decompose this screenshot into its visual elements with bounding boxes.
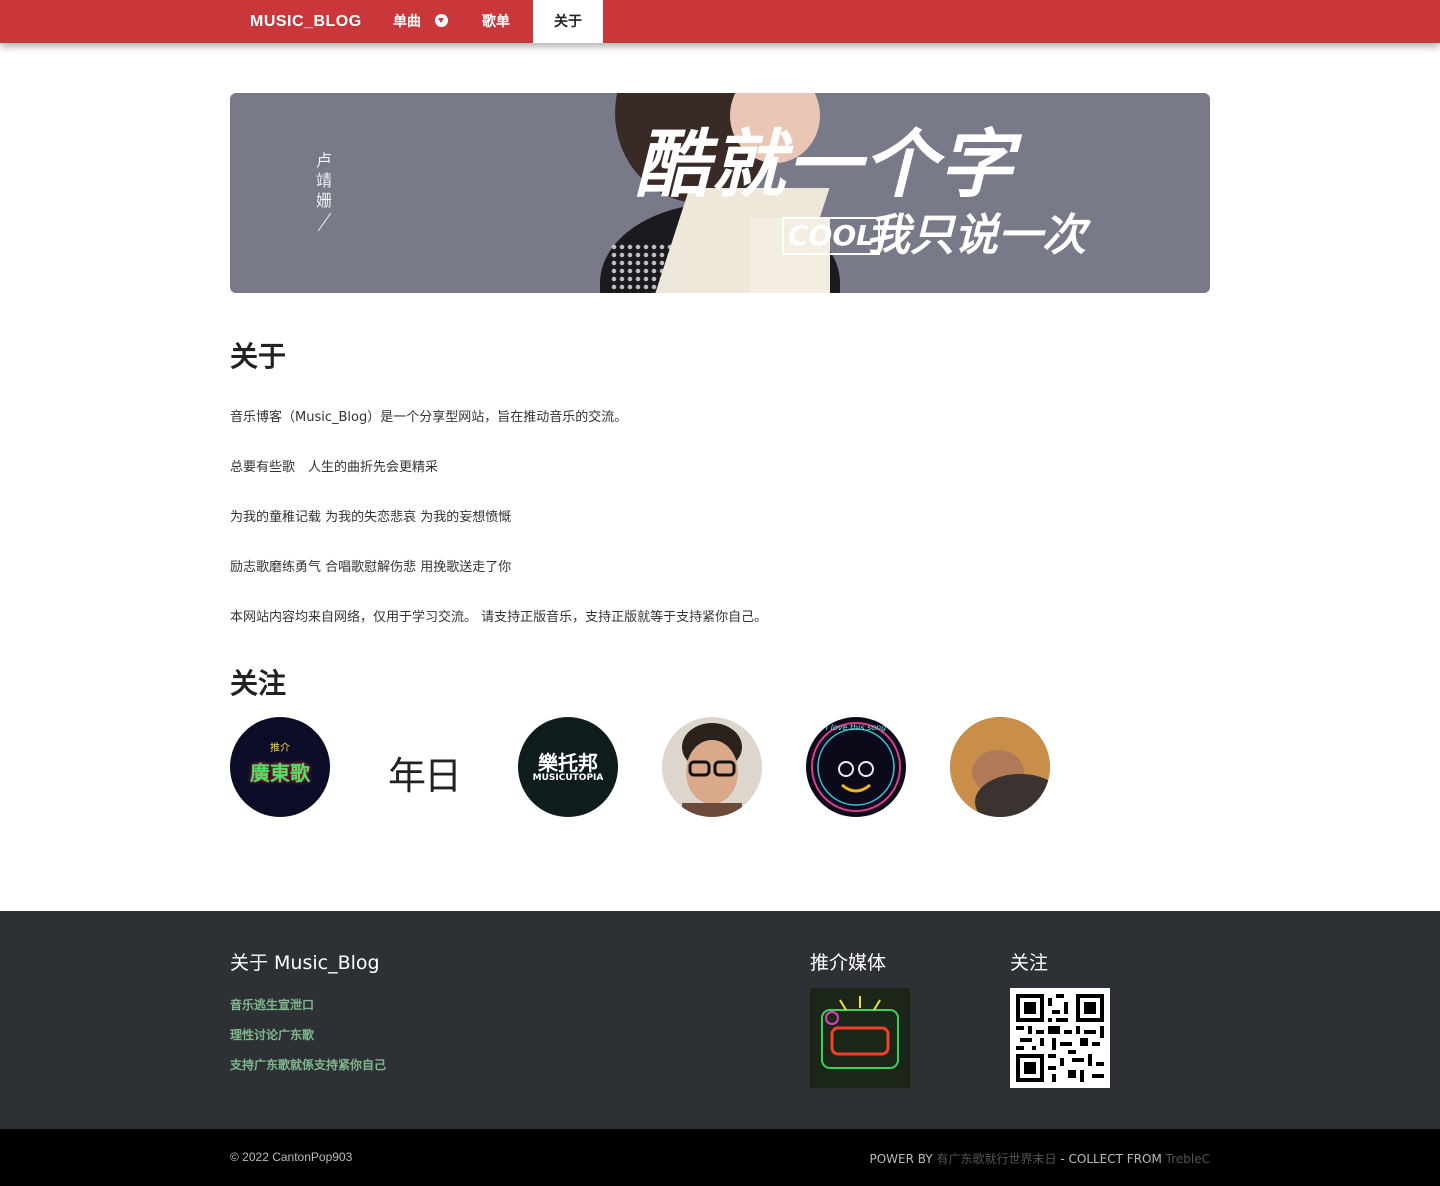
- about-paragraph: 本网站内容均来自网络，仅用于学习交流。 请支持正版音乐，支持正版就等于支持紧你自…: [230, 610, 768, 625]
- qr-code-pattern: [1016, 994, 1104, 1082]
- neon-cantonpop-illustration: [810, 988, 910, 1088]
- about-heading: 关于: [230, 340, 287, 373]
- footer-link[interactable]: 音乐逃生宣泄口: [230, 996, 314, 1013]
- about-paragraph: 励志歌磨练勇气 合唱歌慰解伤悲 用挽歌送走了你: [230, 560, 512, 575]
- avatar-subtitle: MUSICUTOPIA: [532, 773, 604, 783]
- power-by-link[interactable]: 有广东歌就行世界末日: [937, 1152, 1057, 1166]
- site-footer: 关于 Music_Blog 音乐逃生宣泄口 理性讨论广东歌 支持广东歌就係支持紧…: [0, 911, 1440, 1129]
- collect-from-link[interactable]: TrebleC: [1166, 1152, 1210, 1166]
- footer-media-title: 推介媒体: [810, 952, 887, 974]
- avatar-title: I love this song: [825, 723, 887, 732]
- top-navbar: MUSIC_BLOG 单曲 歌单 关于: [0, 0, 1440, 43]
- follow-heading: 关注: [230, 667, 287, 700]
- banner-headline: 酷就一个字: [635, 122, 1015, 208]
- caret-down-icon: [435, 14, 448, 27]
- nav-about-active[interactable]: 关于: [533, 0, 603, 43]
- person-glasses-illustration: [682, 723, 742, 817]
- power-by-label: POWER BY: [869, 1152, 933, 1166]
- avatar-title: 樂托邦: [538, 751, 598, 775]
- nav-singles-label: 单曲: [393, 13, 421, 29]
- nav-singles-dropdown[interactable]: 单曲: [393, 0, 448, 43]
- bottom-bar: © 2022 CantonPop903 POWER BY 有广东歌就行世界末日 …: [0, 1129, 1440, 1186]
- person-sleeping-illustration: [950, 717, 1050, 817]
- brand-logo-link[interactable]: MUSIC_BLOG: [250, 0, 362, 43]
- banner-embroidery-pattern: [610, 243, 680, 293]
- about-paragraph: 总要有些歌 人生的曲折先会更精采: [230, 460, 439, 475]
- banner-subline: 我只说一次: [866, 210, 1086, 261]
- featured-media-image[interactable]: [810, 988, 910, 1088]
- nav-playlist[interactable]: 歌单: [482, 0, 510, 43]
- footer-follow-title: 关注: [1010, 952, 1049, 974]
- footer-link[interactable]: 支持广东歌就係支持紧你自己: [230, 1056, 386, 1073]
- about-paragraph: 为我的童稚记载 为我的失恋悲哀 为我的妄想愤慨: [230, 510, 512, 525]
- avatar-title: 廣東歌: [250, 761, 310, 785]
- collect-from-label: - COLLECT FROM: [1060, 1152, 1162, 1166]
- footer-about-title: 关于 Music_Blog: [230, 952, 380, 974]
- power-by-text: POWER BY 有广东歌就行世界末日 - COLLECT FROM Trebl…: [869, 1150, 1210, 1167]
- about-paragraph: 音乐博客（Music_Blog）是一个分享型网站，旨在推动音乐的交流。: [230, 410, 628, 425]
- avatar-nianri-logo[interactable]: 年日: [374, 717, 474, 817]
- neon-face-illustration: [811, 722, 901, 812]
- copyright-text: © 2022 CantonPop903: [230, 1150, 353, 1164]
- avatar-caption: 推介: [270, 743, 290, 754]
- avatar-i-love-this-song[interactable]: I love this song: [806, 717, 906, 817]
- hero-banner[interactable]: 卢靖姗 酷就一个字 COOL 我只说一次: [230, 93, 1210, 293]
- avatar-cantonpop-neon[interactable]: 推介 廣東歌: [230, 717, 330, 817]
- qr-code-image[interactable]: [1010, 988, 1110, 1088]
- avatar-person-glasses[interactable]: [662, 717, 762, 817]
- avatar-musicutopia[interactable]: 樂托邦 MUSICUTOPIA: [518, 717, 618, 817]
- avatar-title: 年日: [387, 754, 462, 798]
- footer-link[interactable]: 理性讨论广东歌: [230, 1026, 314, 1043]
- banner-slash-line: [317, 212, 332, 232]
- banner-vertical-name: 卢靖姗: [316, 151, 333, 210]
- avatar-person-sleeping[interactable]: [950, 717, 1050, 817]
